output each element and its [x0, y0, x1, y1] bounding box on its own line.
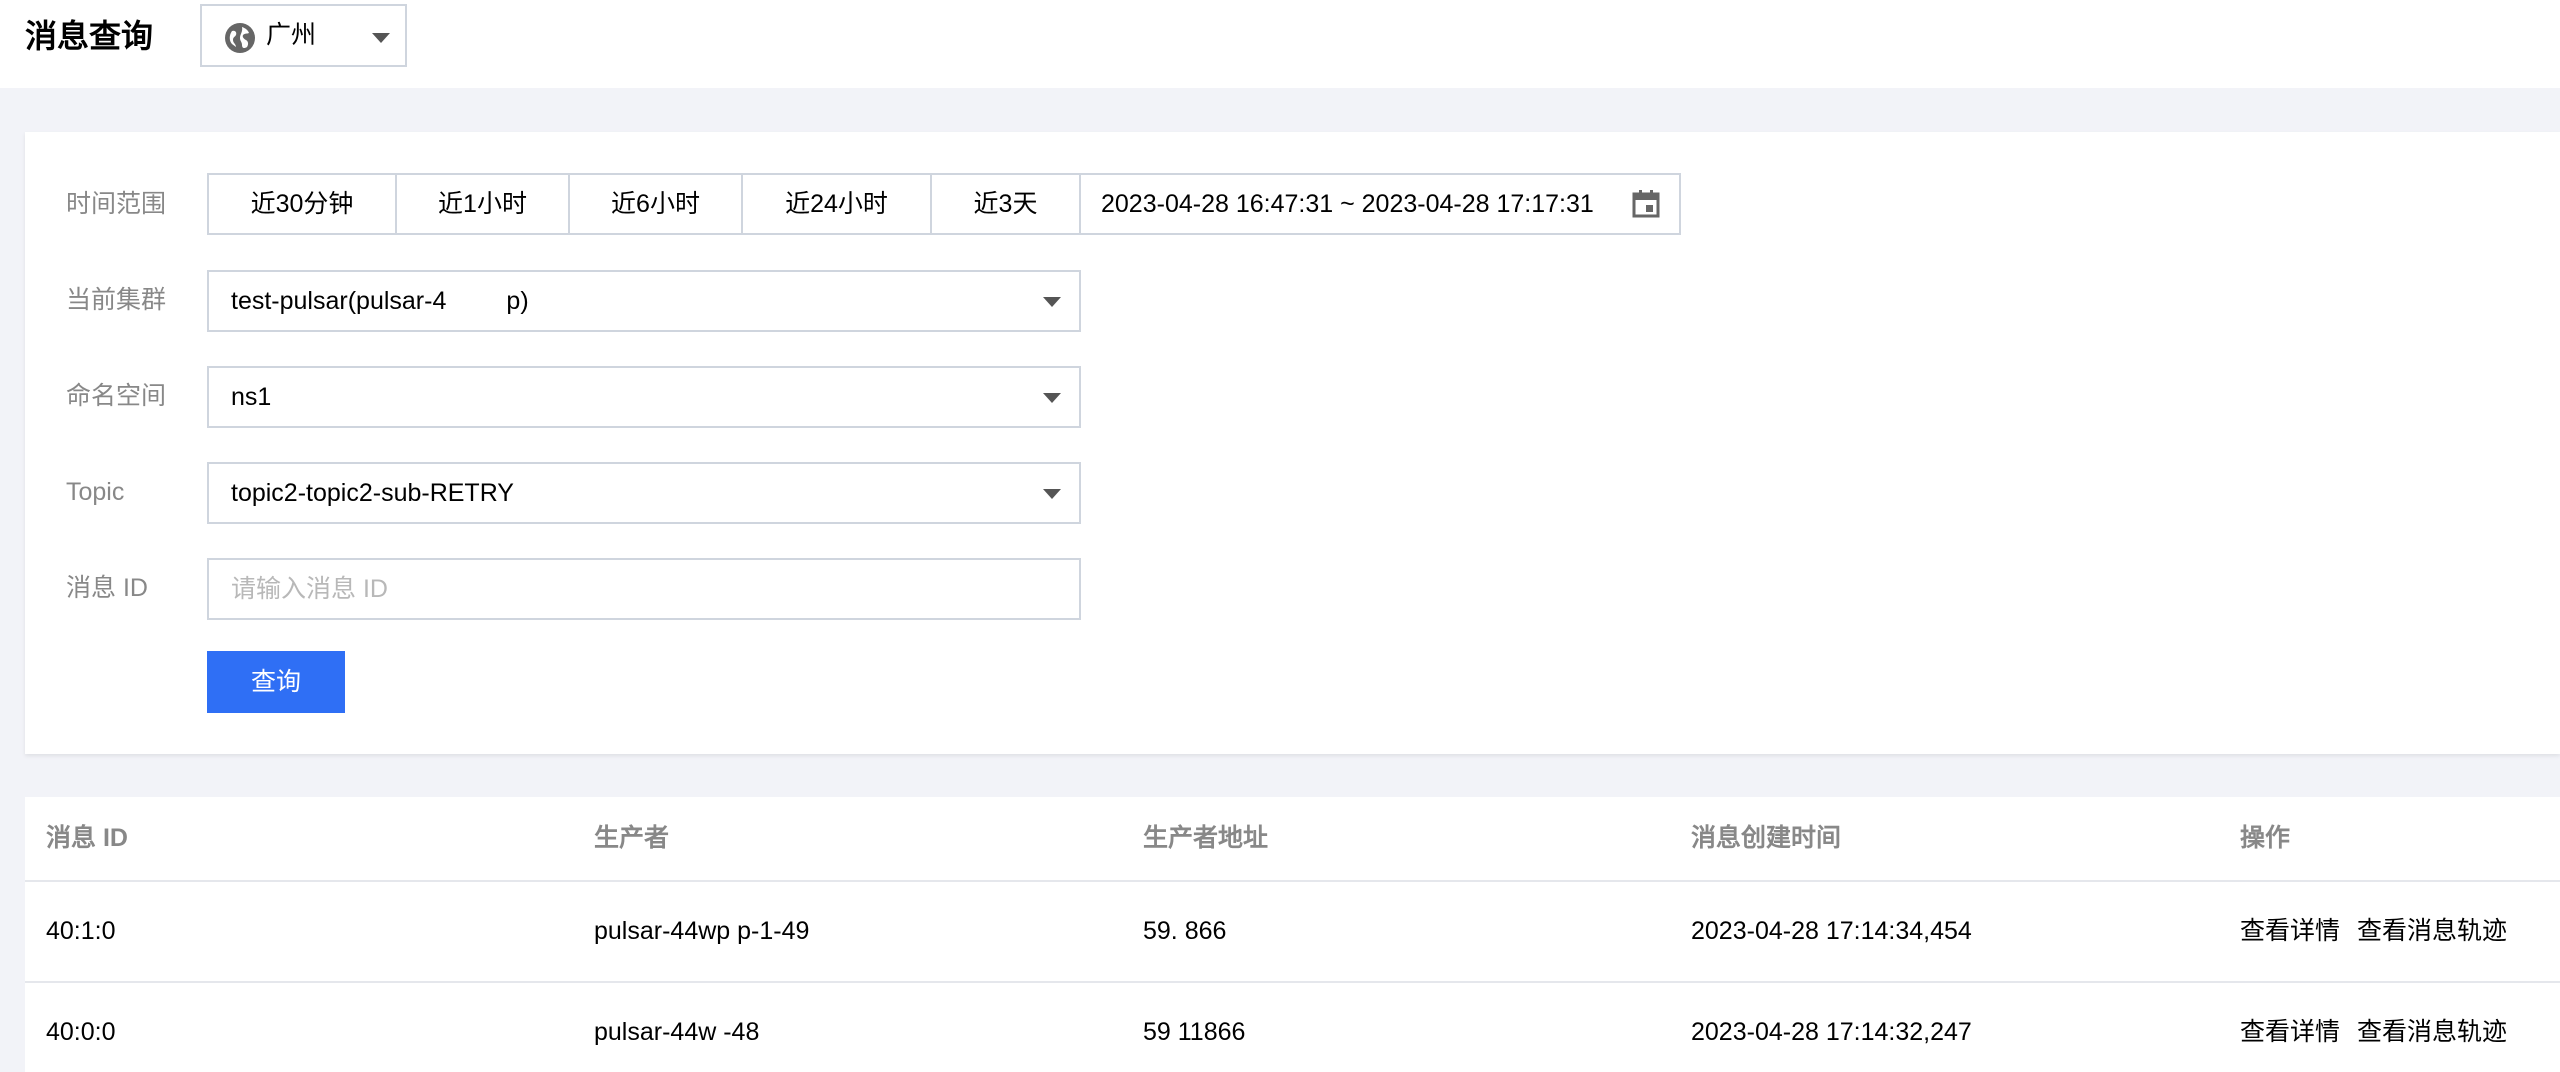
- topic-value: topic2-topic2-sub-RETRY: [231, 479, 514, 507]
- time-option-24h[interactable]: 近24小时: [743, 175, 932, 233]
- time-option-3d[interactable]: 近3天: [932, 175, 1081, 233]
- time-option-30min[interactable]: 近30分钟: [209, 175, 397, 233]
- time-range-label: 时间范围: [66, 190, 167, 218]
- cluster-select[interactable]: test-pulsar(pulsar-4 p): [207, 270, 1081, 332]
- cluster-value: test-pulsar(pulsar-4 p): [231, 287, 529, 315]
- namespace-select[interactable]: ns1: [207, 366, 1081, 428]
- date-range-value: 2023-04-28 16:47:31 ~ 2023-04-28 17:17:3…: [1101, 190, 1594, 218]
- producer-address-cell: 59 11866: [1143, 1018, 1246, 1046]
- region-select[interactable]: 广州: [200, 4, 407, 67]
- cluster-label: 当前集群: [66, 286, 167, 314]
- message-id-label: 消息 ID: [66, 574, 148, 602]
- query-form: 时间范围 近30分钟 近1小时 近6小时 近24小时 近3天 2023-04-2…: [25, 132, 2560, 754]
- view-details-link[interactable]: 查看详情: [2240, 983, 2340, 1072]
- created-time-cell: 2023-04-28 17:14:32,247: [1691, 1018, 1972, 1046]
- column-header-producer-address: 生产者地址: [1143, 824, 1269, 852]
- view-details-link[interactable]: 查看详情: [2240, 882, 2340, 981]
- message-id-input[interactable]: [207, 558, 1081, 620]
- globe-icon: [225, 23, 255, 53]
- calendar-icon[interactable]: [1631, 189, 1661, 219]
- page-title: 消息查询: [25, 18, 154, 54]
- message-id-cell: 40:0:0: [46, 1018, 116, 1046]
- chevron-down-icon: [1043, 393, 1061, 403]
- column-header-created-time: 消息创建时间: [1691, 824, 1842, 852]
- producer-cell: pulsar-44w -48: [594, 1018, 760, 1046]
- page-header: 消息查询 广州: [0, 0, 2560, 88]
- table-row: 40:1:0 pulsar-44wp p-1-49 59. 866 2023-0…: [25, 882, 2560, 981]
- producer-address-cell: 59. 866: [1143, 917, 1227, 945]
- query-button[interactable]: 查询: [207, 651, 345, 713]
- column-header-message-id: 消息 ID: [46, 824, 128, 852]
- time-option-6h[interactable]: 近6小时: [570, 175, 743, 233]
- date-range-picker[interactable]: 2023-04-28 16:47:31 ~ 2023-04-28 17:17:3…: [1081, 175, 1679, 233]
- chevron-down-icon: [1043, 489, 1061, 499]
- view-trace-link[interactable]: 查看消息轨迹: [2357, 882, 2507, 981]
- created-time-cell: 2023-04-28 17:14:34,454: [1691, 917, 1972, 945]
- topic-select[interactable]: topic2-topic2-sub-RETRY: [207, 462, 1081, 524]
- region-label: 广州: [266, 21, 317, 49]
- time-range-group: 近30分钟 近1小时 近6小时 近24小时 近3天 2023-04-28 16:…: [207, 173, 1681, 235]
- namespace-label: 命名空间: [66, 382, 167, 410]
- message-id-cell: 40:1:0: [46, 917, 116, 945]
- chevron-down-icon: [1043, 297, 1061, 307]
- time-option-1h[interactable]: 近1小时: [397, 175, 570, 233]
- producer-cell: pulsar-44wp p-1-49: [594, 917, 810, 945]
- results-table: 消息 ID 生产者 生产者地址 消息创建时间 操作 40:1:0 pulsar-…: [25, 797, 2560, 1072]
- table-row: 40:0:0 pulsar-44w -48 59 11866 2023-04-2…: [25, 983, 2560, 1072]
- column-header-producer: 生产者: [594, 824, 670, 852]
- namespace-value: ns1: [231, 383, 272, 411]
- column-header-actions: 操作: [2240, 824, 2291, 852]
- view-trace-link[interactable]: 查看消息轨迹: [2357, 983, 2507, 1072]
- chevron-down-icon: [372, 33, 390, 43]
- topic-label: Topic: [66, 478, 125, 506]
